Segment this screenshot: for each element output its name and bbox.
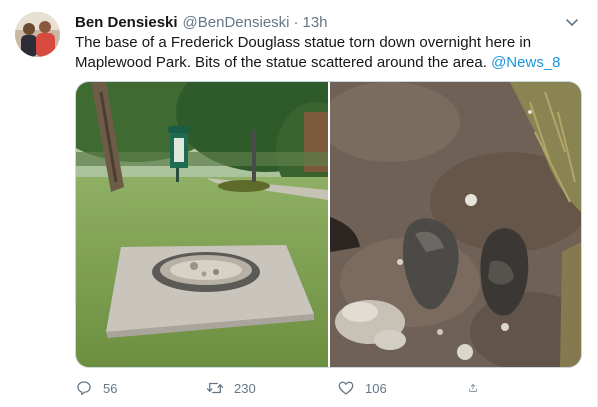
photo-statue-debris[interactable] [330, 82, 581, 367]
reply-button[interactable]: 56 [75, 379, 206, 397]
retweet-count: 230 [234, 380, 256, 396]
media-gallery [75, 81, 582, 368]
retweet-icon [206, 382, 224, 394]
avatar[interactable] [15, 12, 60, 57]
author-name[interactable]: Ben Densieski [75, 14, 178, 31]
tweet-actions: 56 230 106 [75, 377, 515, 399]
reply-icon [77, 381, 91, 396]
retweet-button[interactable]: 230 [206, 379, 337, 397]
avatar-image [15, 12, 60, 57]
separator-dot: · [293, 13, 299, 31]
tweet-header: Ben Densieski @BenDensieski · 13h [75, 11, 577, 33]
photo-park-statue-base[interactable] [76, 82, 328, 367]
tweet-timestamp[interactable]: 13h [303, 14, 328, 31]
like-button[interactable]: 106 [337, 379, 468, 397]
heart-icon [338, 381, 354, 395]
reply-count: 56 [103, 380, 118, 396]
tweet-text-line-2: Maplewood Park. Bits of the statue scatt… [75, 54, 492, 71]
tweet-text: The base of a Frederick Douglass statue … [75, 33, 575, 73]
chevron-down-icon[interactable] [563, 13, 581, 31]
share-button[interactable] [468, 379, 488, 397]
like-count: 106 [365, 380, 387, 396]
tweet-text-line-1: The base of a Frederick Douglass statue … [75, 34, 532, 51]
mention-link[interactable]: @News_8 [491, 54, 560, 71]
tweet[interactable]: Ben Densieski @BenDensieski · 13h The ba… [0, 0, 598, 407]
share-icon [469, 384, 477, 392]
author-handle[interactable]: @BenDensieski [183, 14, 290, 31]
